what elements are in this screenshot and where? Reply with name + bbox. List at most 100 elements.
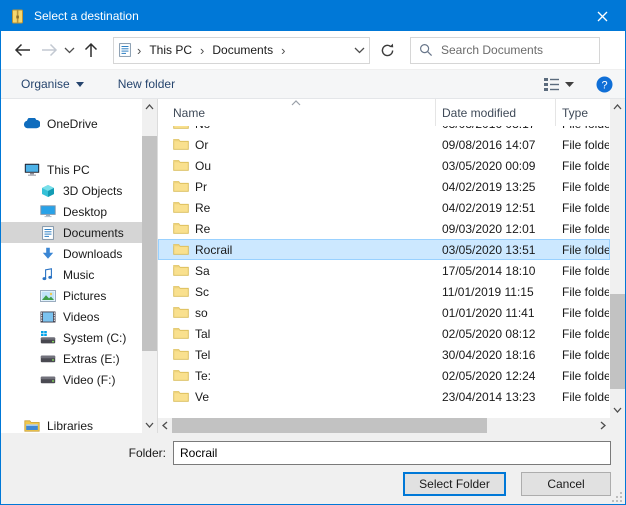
change-view-button[interactable] <box>540 75 578 94</box>
refresh-button[interactable] <box>370 37 404 64</box>
address-dropdown-icon[interactable] <box>354 47 365 54</box>
sidebar-item-label: This PC <box>47 163 90 177</box>
sidebar-item[interactable]: 3D Objects <box>1 180 142 201</box>
scroll-down-icon[interactable] <box>610 402 625 418</box>
horizontal-scrollbar[interactable] <box>158 418 610 433</box>
dropdown-triangle-icon <box>76 82 84 87</box>
scroll-up-icon[interactable] <box>610 99 625 115</box>
location-icon <box>119 43 131 57</box>
sidebar-item[interactable]: Pictures <box>1 285 142 306</box>
file-type: File folder <box>556 369 609 383</box>
table-row[interactable]: Re 09/03/2020 12:01 File folder <box>158 218 610 239</box>
table-row[interactable]: Re 04/02/2019 12:51 File folder <box>158 197 610 218</box>
videos-film-icon <box>39 311 56 323</box>
sidebar-item[interactable]: Downloads <box>1 243 142 264</box>
sidebar-item-label: Documents <box>63 226 124 240</box>
new-folder-label: New folder <box>118 77 175 91</box>
table-row[interactable]: Te: 02/05/2020 12:24 File folder <box>158 365 610 386</box>
folder-icon <box>173 159 189 172</box>
table-row[interactable]: Sa 17/05/2014 18:10 File folder <box>158 260 610 281</box>
sidebar-scrollbar[interactable] <box>142 99 157 433</box>
vertical-scrollbar[interactable] <box>610 99 625 418</box>
sidebar-item-label: 3D Objects <box>63 184 122 198</box>
folder-icon <box>173 138 189 151</box>
organise-button[interactable]: Organise <box>11 70 94 98</box>
sidebar-item[interactable]: Video (F:) <box>1 369 142 390</box>
drive-icon <box>39 355 56 363</box>
folder-name-input[interactable] <box>173 441 611 465</box>
onedrive-cloud-icon <box>23 118 40 129</box>
sidebar-item[interactable]: This PC <box>1 159 142 180</box>
date-modified: 02/05/2020 08:12 <box>436 327 556 341</box>
breadcrumb-item[interactable]: This PC <box>147 42 194 58</box>
table-row[interactable]: Ve 23/04/2014 13:23 File folder <box>158 386 610 407</box>
resize-grip[interactable] <box>612 492 622 502</box>
folder-name: No <box>195 126 210 131</box>
scroll-down-icon[interactable] <box>142 417 157 433</box>
column-header-date-modified[interactable]: Date modified <box>435 99 555 126</box>
scrollbar-thumb[interactable] <box>610 294 625 389</box>
sidebar-item[interactable]: Videos <box>1 306 142 327</box>
window-title: Select a destination <box>34 9 139 23</box>
views-dropdown-icon <box>565 82 574 87</box>
table-row[interactable]: Tal 02/05/2020 08:12 File folder <box>158 323 610 344</box>
scrollbar-corner <box>610 418 625 433</box>
sidebar-item[interactable]: Desktop <box>1 201 142 222</box>
scrollbar-thumb[interactable] <box>142 136 157 351</box>
dialog-footer: Folder: Select Folder Cancel <box>1 433 625 504</box>
folder-name: Rocrail <box>195 243 232 257</box>
file-type: File folder <box>556 138 609 152</box>
table-row[interactable]: Pr 04/02/2019 13:25 File folder <box>158 176 610 197</box>
sidebar-item[interactable]: Extras (E:) <box>1 348 142 369</box>
folder-icon <box>173 201 189 214</box>
up-button[interactable] <box>77 37 105 63</box>
table-row[interactable]: Ou 03/05/2020 00:09 File folder <box>158 155 610 176</box>
column-header-name[interactable]: Name <box>158 99 435 126</box>
folder-icon <box>173 243 189 256</box>
table-row[interactable]: Rocrail 03/05/2020 13:51 File folder <box>158 239 610 260</box>
folder-name: Ve <box>195 390 209 404</box>
desktop-monitor-icon <box>39 205 56 218</box>
table-row[interactable]: No 03/08/2016 08:17 File folder <box>158 126 610 134</box>
back-button[interactable] <box>7 37 37 63</box>
date-modified: 09/08/2016 14:07 <box>436 138 556 152</box>
sidebar-item[interactable]: Libraries <box>1 415 142 433</box>
date-modified: 09/03/2020 12:01 <box>436 222 556 236</box>
folder-icon <box>173 390 189 403</box>
file-type: File folder <box>556 390 609 404</box>
select-folder-button[interactable]: Select Folder <box>403 472 506 496</box>
close-button[interactable] <box>580 1 625 31</box>
scroll-up-icon[interactable] <box>142 99 157 115</box>
scroll-right-icon[interactable] <box>596 418 610 433</box>
drive-icon <box>39 376 56 384</box>
new-folder-button[interactable]: New folder <box>108 70 185 98</box>
close-icon <box>597 11 608 22</box>
table-row[interactable]: Tel 30/04/2020 18:16 File folder <box>158 344 610 365</box>
sidebar-item[interactable]: Music <box>1 264 142 285</box>
sidebar-item[interactable]: OneDrive <box>1 113 142 134</box>
table-row[interactable]: Or 09/08/2016 14:07 File folder <box>158 134 610 155</box>
music-note-icon <box>39 268 56 281</box>
search-input[interactable] <box>441 43 581 57</box>
column-header-type[interactable]: Type <box>555 99 610 126</box>
file-list: Name Date modified Type No <box>157 99 625 433</box>
cancel-button[interactable]: Cancel <box>521 472 611 496</box>
history-dropdown-icon[interactable] <box>61 37 77 63</box>
folder-icon <box>173 285 189 298</box>
forward-button[interactable] <box>37 37 61 63</box>
table-row[interactable]: so 01/01/2020 11:41 File folder <box>158 302 610 323</box>
help-button[interactable]: ? <box>596 76 613 93</box>
navigation-pane: OneDrive This PC 3D Objects Desk <box>1 99 157 433</box>
downloads-arrow-icon <box>39 247 56 260</box>
sidebar-item[interactable]: System (C:) <box>1 327 142 348</box>
sidebar-item[interactable]: Documents <box>1 222 142 243</box>
scrollbar-thumb[interactable] <box>172 418 487 433</box>
sidebar-item-label: Pictures <box>63 289 106 303</box>
file-type: File folder <box>556 201 609 215</box>
breadcrumb-item[interactable]: Documents <box>210 42 275 58</box>
folder-name: Sa <box>195 264 210 278</box>
file-type: File folder <box>556 285 609 299</box>
table-row[interactable]: Sc 11/01/2019 11:15 File folder <box>158 281 610 302</box>
scroll-left-icon[interactable] <box>158 418 172 433</box>
folder-name: Pr <box>195 180 207 194</box>
